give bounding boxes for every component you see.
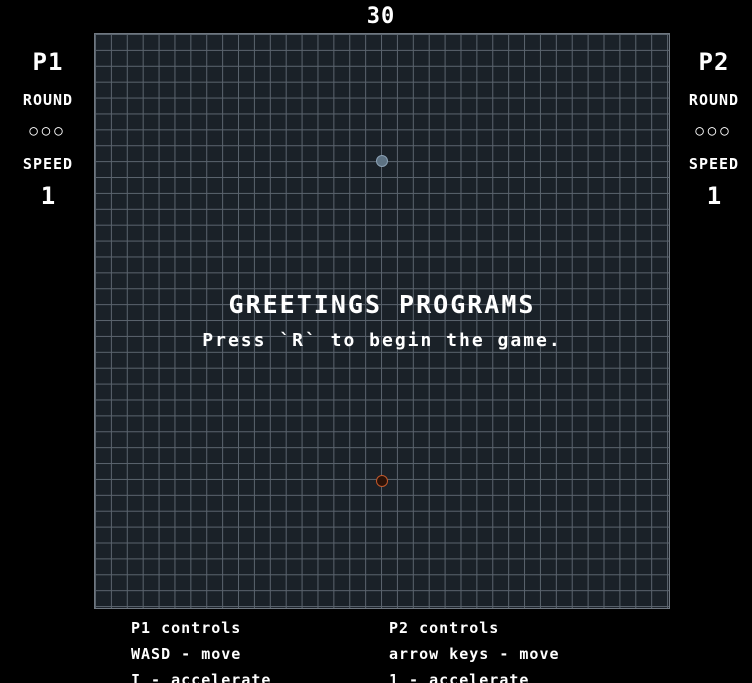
- p2-round-label: ROUND: [688, 91, 740, 109]
- p2-move-keys: arrow keys - move: [389, 645, 560, 663]
- p2-controls-heading: P2 controls: [389, 619, 500, 637]
- p1-speed-value: 1: [40, 182, 56, 210]
- p1-status-panel: P1 ROUND ○○○ SPEED 1: [1, 44, 95, 212]
- p2-lightcycle: [376, 475, 388, 487]
- greeting-title: GREETINGS PROGRAMS: [228, 290, 536, 319]
- p1-speed-label: SPEED: [22, 155, 74, 173]
- p1-controls-heading: P1 controls: [131, 619, 242, 637]
- p2-controls-help: P2 controls arrow keys - move 1 - accele…: [389, 618, 560, 683]
- p1-label: P1: [32, 48, 64, 76]
- start-instruction: Press `R` to begin the game.: [202, 330, 562, 351]
- p1-move-keys: WASD - move: [131, 645, 242, 663]
- p1-lightcycle: [376, 155, 388, 167]
- game-screen: 30 P1 ROUND ○○○ SPEED 1 P2 ROUND ○○○ SPE…: [0, 0, 752, 683]
- p2-speed-value: 1: [706, 182, 722, 210]
- p2-status-panel: P2 ROUND ○○○ SPEED 1: [667, 44, 752, 212]
- p2-accelerate-key: 1 - accelerate: [389, 671, 530, 683]
- p2-speed-label: SPEED: [688, 155, 740, 173]
- countdown-timer: 30: [366, 4, 396, 29]
- p1-accelerate-key: I - accelerate: [131, 671, 272, 683]
- game-arena[interactable]: GREETINGS PROGRAMS Press `R` to begin th…: [94, 33, 670, 609]
- p1-controls-help: P1 controls WASD - move I - accelerate: [131, 618, 271, 683]
- p1-round-label: ROUND: [22, 91, 74, 109]
- p2-label: P2: [698, 48, 730, 76]
- p1-round-indicators: ○○○: [29, 123, 67, 139]
- p2-round-indicators: ○○○: [695, 123, 733, 139]
